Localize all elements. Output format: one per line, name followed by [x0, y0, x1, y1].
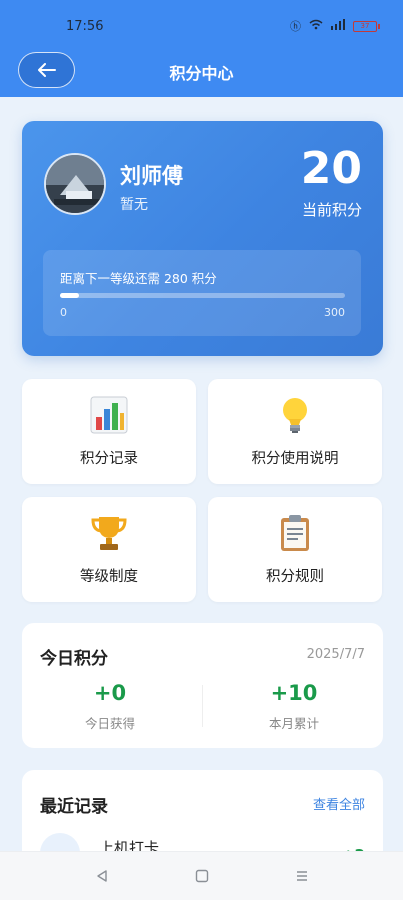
system-nav-bar: [0, 851, 403, 900]
trophy-icon: [22, 513, 196, 553]
points-label: 当前积分: [301, 201, 362, 219]
progress-text: 距离下一等级还需 280 积分: [60, 271, 217, 286]
tile-label: 积分记录: [80, 451, 138, 467]
avatar[interactable]: [44, 153, 106, 215]
progress-fill: [60, 293, 80, 298]
tile-points-record[interactable]: 积分记录: [22, 379, 196, 484]
progress-track: [60, 293, 345, 298]
app-header: 17:56 ⓗ 37 积分中心: [0, 0, 403, 97]
wifi-icon: [309, 19, 323, 33]
square-home-icon: [195, 869, 209, 883]
today-earned-label: 今日获得: [84, 716, 135, 731]
nav-home-button[interactable]: [192, 866, 212, 886]
tile-points-usage[interactable]: 积分使用说明: [208, 379, 382, 484]
lightbulb-icon: [208, 395, 382, 435]
bar-chart-icon: [22, 395, 196, 435]
signal-icon: [331, 19, 345, 33]
stat-divider: [202, 685, 203, 727]
today-date: 2025/7/7: [306, 647, 365, 662]
page-title: 积分中心: [169, 64, 234, 83]
status-bar: 17:56 ⓗ 37: [0, 0, 403, 44]
view-all-link[interactable]: 查看全部: [313, 794, 365, 813]
today-points-card: 今日积分 2025/7/7 +0 今日获得 +10 本月累计: [22, 623, 383, 748]
recent-title: 最近记录: [40, 797, 108, 817]
points-value: 20: [300, 143, 362, 194]
profile-card: 刘师傅 暂无 20 当前积分 距离下一等级还需 280 积分 0 300: [22, 121, 383, 356]
hd-icon: ⓗ: [290, 20, 301, 33]
month-total-label: 本月累计: [268, 716, 319, 731]
tile-level-system[interactable]: 等级制度: [22, 497, 196, 602]
tile-label: 积分规则: [266, 569, 324, 585]
user-level: 暂无: [120, 197, 148, 213]
menu-icon: [297, 871, 307, 881]
nav-back-button[interactable]: [92, 866, 112, 886]
level-progress: 距离下一等级还需 280 积分 0 300: [43, 250, 361, 336]
status-icons: ⓗ 37: [290, 18, 380, 34]
month-total-value: +10: [270, 681, 318, 705]
user-name: 刘师傅: [120, 164, 183, 188]
status-time: 17:56: [66, 19, 104, 34]
today-earned-value: +0: [93, 681, 127, 705]
tile-points-rules[interactable]: 积分规则: [208, 497, 382, 602]
nav-menu-button[interactable]: [292, 866, 312, 886]
progress-min: 0: [60, 306, 67, 319]
tile-label: 积分使用说明: [251, 451, 339, 467]
progress-max: 300: [324, 306, 345, 319]
today-title: 今日积分: [40, 649, 108, 669]
triangle-back-icon: [97, 870, 107, 882]
clipboard-icon: [208, 513, 382, 553]
tile-label: 等级制度: [80, 569, 138, 585]
battery-icon: 37: [353, 20, 380, 32]
